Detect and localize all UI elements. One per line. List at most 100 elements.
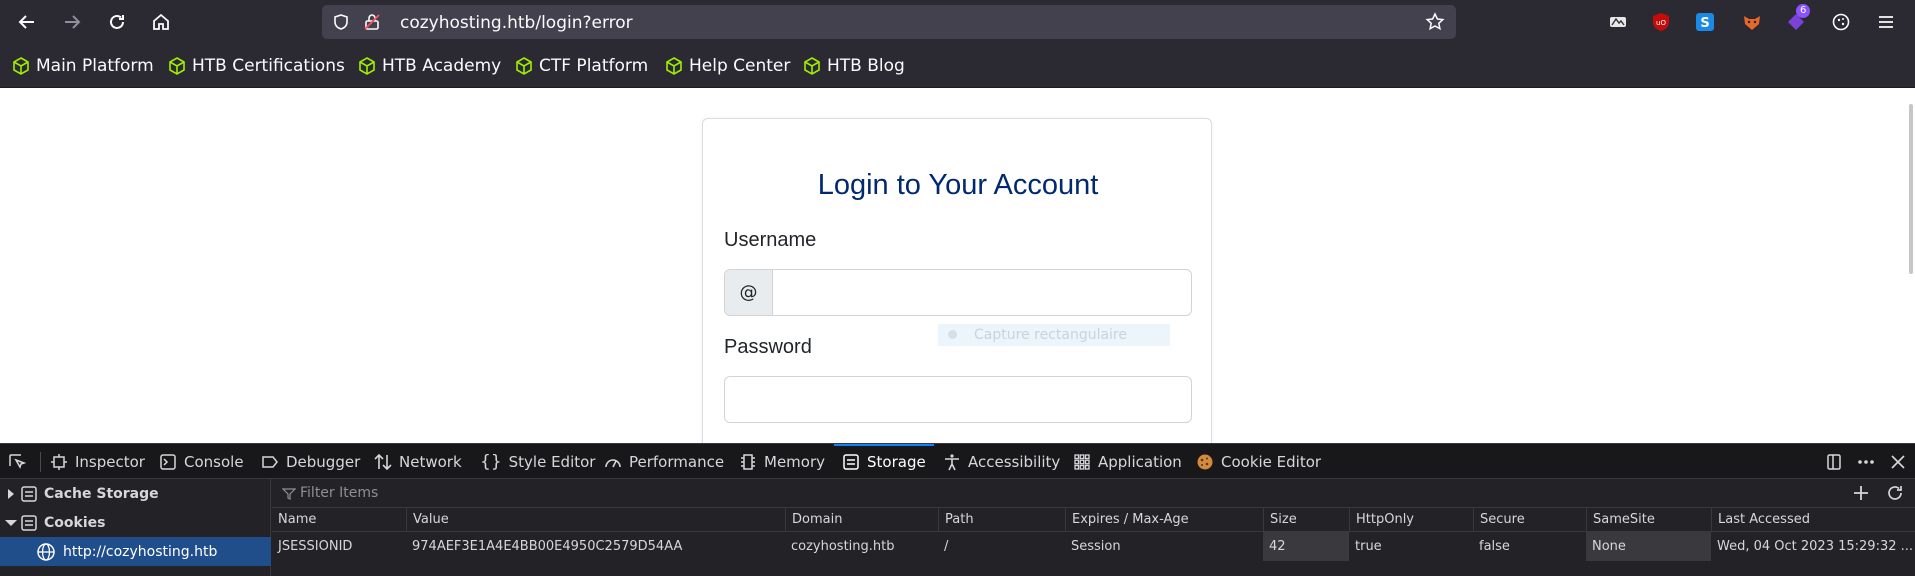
refresh-icon[interactable] (1886, 484, 1904, 502)
filter-items-input[interactable]: Filter Items (300, 485, 378, 501)
tab-console[interactable]: Console (159, 444, 244, 479)
col-header-domain[interactable]: Domain (785, 508, 938, 532)
tab-style-editor[interactable]: {} Style Editor (480, 444, 595, 479)
col-header-secure[interactable]: Secure (1473, 508, 1586, 532)
col-header-value[interactable]: Value (406, 508, 785, 532)
home-icon (153, 13, 169, 30)
svg-text:S: S (1700, 16, 1709, 31)
tab-label: Memory (764, 452, 826, 471)
cell-last-accessed[interactable]: Wed, 04 Oct 2023 15:29:32 ... (1711, 532, 1915, 561)
storage-icon (21, 485, 37, 502)
shield-icon[interactable] (331, 12, 351, 32)
username-field[interactable]: @ (724, 269, 1192, 316)
bookmark-htb-academy[interactable]: HTB Academy (358, 54, 501, 78)
back-button[interactable] (14, 9, 40, 35)
cell-expires[interactable]: Session (1065, 532, 1263, 561)
element-picker-button[interactable] (7, 444, 27, 479)
col-header-httponly[interactable]: HttpOnly (1349, 508, 1473, 532)
bookmark-htb-certifications[interactable]: HTB Certifications (168, 54, 345, 78)
storage-sidebar: Cache Storage Cookies http://cozyhosting… (0, 479, 271, 576)
cell-path[interactable]: / (938, 532, 1065, 561)
tab-label: Network (399, 452, 462, 471)
cell-domain[interactable]: cozyhosting.htb (785, 532, 938, 561)
dock-side-icon (1827, 453, 1841, 470)
tab-network[interactable]: Network (374, 444, 462, 479)
cell-httponly[interactable]: true (1349, 532, 1473, 561)
tree-cookie-host[interactable]: http://cozyhosting.htb (0, 537, 271, 566)
col-header-expires[interactable]: Expires / Max-Age (1065, 508, 1263, 532)
bookmark-main-platform[interactable]: Main Platform (12, 54, 154, 78)
tree-label: http://cozyhosting.htb (63, 543, 218, 560)
tree-cookies[interactable]: Cookies (0, 508, 271, 537)
bookmark-label: HTB Blog (827, 56, 905, 76)
col-header-path[interactable]: Path (938, 508, 1065, 532)
cell-size[interactable]: 42 (1263, 532, 1349, 561)
bookmark-help-center[interactable]: Help Center (665, 54, 790, 78)
tab-label: Debugger (286, 452, 361, 471)
inspector-icon (50, 453, 68, 471)
element-picker-icon (9, 453, 27, 469)
username-label: Username (724, 229, 817, 251)
tab-label: Console (184, 452, 244, 471)
tab-label: Performance (629, 452, 725, 471)
more-dots-icon (1858, 459, 1874, 464)
devtools-tab-bar: Inspector Console Debugger Network {} St… (0, 443, 1915, 479)
col-header-last-accessed[interactable]: Last Accessed (1711, 508, 1915, 532)
cell-value[interactable]: 974AEF3E1A4E4BB00E4950C2579D54AA (406, 532, 785, 561)
col-header-samesite[interactable]: SameSite (1586, 508, 1711, 532)
table-row[interactable]: JSESSIONID 974AEF3E1A4E4BB00E4950C2579D5… (272, 532, 1915, 561)
tree-label: Cookies (44, 514, 106, 531)
tree-cache-storage[interactable]: Cache Storage (0, 479, 271, 508)
ext-s-icon[interactable]: S (1694, 11, 1716, 33)
memory-icon (739, 453, 757, 471)
foxyproxy-icon[interactable] (1741, 11, 1763, 33)
browser-toolbar: cozyhosting.htb/login?error uO S 6 (0, 0, 1915, 44)
password-field[interactable] (724, 376, 1192, 423)
ext-badge-icon[interactable]: 6 (1785, 4, 1811, 33)
url-bar[interactable]: cozyhosting.htb/login?error (322, 5, 1456, 39)
reload-icon (110, 14, 124, 29)
filter-icon (282, 488, 296, 500)
cell-secure[interactable]: false (1473, 532, 1586, 561)
ublock-icon[interactable]: uO (1650, 11, 1672, 33)
htb-cube-icon (516, 57, 532, 75)
bookmark-htb-blog[interactable]: HTB Blog (803, 54, 905, 78)
add-icon[interactable] (1852, 484, 1870, 502)
url-text[interactable]: cozyhosting.htb/login?error (400, 13, 633, 33)
tab-memory[interactable]: Memory (739, 444, 825, 479)
bookmark-ctf-platform[interactable]: CTF Platform (515, 54, 648, 78)
password-label: Password (724, 336, 812, 358)
application-icon (1073, 453, 1091, 471)
insecure-lock-icon[interactable] (362, 12, 382, 32)
dock-toggle-button[interactable] (1825, 444, 1843, 479)
cookie-extension-icon[interactable] (1830, 11, 1852, 33)
col-header-size[interactable]: Size (1263, 508, 1349, 532)
tab-cookie-editor[interactable]: Cookie Editor (1196, 444, 1321, 479)
col-header-name[interactable]: Name (272, 508, 406, 532)
ext-pattern-icon[interactable] (1607, 11, 1629, 33)
cell-samesite[interactable]: None (1586, 532, 1711, 561)
bookmark-star-icon[interactable] (1425, 12, 1445, 32)
reload-button[interactable] (104, 9, 130, 35)
bookmark-label: HTB Academy (382, 56, 502, 76)
cell-name[interactable]: JSESSIONID (272, 532, 406, 561)
devtools-close-button[interactable] (1890, 444, 1906, 479)
tab-storage[interactable]: Storage (834, 444, 934, 479)
forward-button[interactable] (59, 9, 85, 35)
tab-inspector[interactable]: Inspector (50, 444, 145, 479)
svg-text:uO: uO (1656, 19, 1666, 27)
storage-icon (21, 514, 37, 531)
tab-performance[interactable]: Performance (604, 444, 724, 479)
devtools-more-button[interactable] (1856, 444, 1876, 479)
menu-hamburger-icon[interactable] (1875, 11, 1897, 33)
tab-debugger[interactable]: Debugger (261, 444, 360, 479)
at-sign-addon: @ (725, 270, 773, 315)
tab-accessibility[interactable]: Accessibility (943, 444, 1060, 479)
home-button[interactable] (148, 9, 174, 35)
storage-icon (842, 453, 860, 471)
page-scrollbar[interactable] (1909, 104, 1913, 274)
debugger-icon (261, 453, 279, 471)
bookmark-label: Help Center (689, 56, 791, 76)
page-viewport: Login to Your Account Username @ Passwor… (0, 88, 1915, 443)
tab-application[interactable]: Application (1073, 444, 1182, 479)
